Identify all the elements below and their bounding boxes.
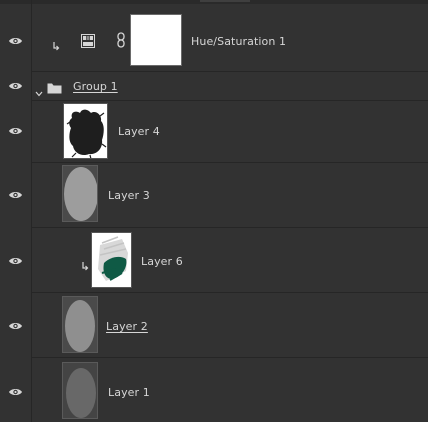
- layer-thumbnail[interactable]: [62, 362, 98, 419]
- top-strip-notch: [200, 0, 250, 2]
- eye-icon[interactable]: [8, 321, 23, 331]
- layer-row-layer-2[interactable]: Layer 2: [0, 293, 428, 357]
- layer-name[interactable]: Layer 6: [141, 255, 183, 268]
- layer-thumbnail[interactable]: [62, 165, 98, 222]
- eye-icon[interactable]: [8, 81, 23, 91]
- layer-name[interactable]: Layer 4: [118, 125, 160, 138]
- eye-icon[interactable]: [8, 256, 23, 266]
- layer-row-layer-4[interactable]: Layer 4: [0, 101, 428, 162]
- layer-name[interactable]: Hue/Saturation 1: [191, 35, 286, 48]
- layer-row-layer-3[interactable]: Layer 3: [0, 163, 428, 227]
- layers-panel: Hue/Saturation 1 Group 1 Layer 4 Layer 3…: [0, 0, 428, 422]
- layer-name[interactable]: Layer 2: [106, 320, 148, 333]
- clipping-arrow-icon: [52, 36, 60, 51]
- layer-row-layer-1[interactable]: Layer 1: [0, 358, 428, 422]
- eye-icon[interactable]: [8, 190, 23, 200]
- layer-thumbnail[interactable]: [91, 232, 132, 288]
- layer-row-hue-saturation-1[interactable]: Hue/Saturation 1: [0, 4, 428, 71]
- folder-icon: [47, 79, 62, 98]
- layer-name[interactable]: Layer 1: [108, 386, 150, 399]
- layer-thumbnail[interactable]: [63, 103, 108, 159]
- layer-row-layer-6[interactable]: Layer 6: [0, 228, 428, 292]
- eye-icon[interactable]: [8, 126, 23, 136]
- chevron-down-icon[interactable]: [35, 82, 43, 101]
- layer-row-group-1[interactable]: Group 1: [0, 72, 428, 100]
- clipping-arrow-icon: [81, 256, 89, 271]
- layer-mask-thumbnail[interactable]: [130, 14, 182, 66]
- layer-thumbnail[interactable]: [62, 296, 98, 353]
- eye-icon[interactable]: [8, 36, 23, 46]
- eye-icon[interactable]: [8, 387, 23, 397]
- chain-link-icon[interactable]: [117, 32, 125, 52]
- hue-saturation-adjustment-icon: [81, 33, 95, 52]
- layer-name[interactable]: Layer 3: [108, 189, 150, 202]
- layer-name[interactable]: Group 1: [73, 80, 118, 93]
